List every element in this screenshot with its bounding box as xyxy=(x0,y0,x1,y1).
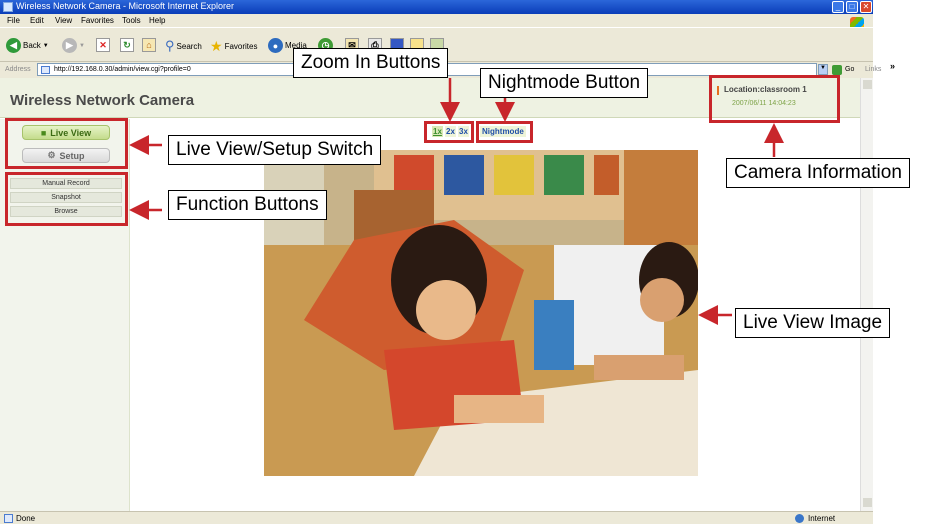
scroll-up-icon[interactable] xyxy=(863,80,872,89)
address-dropdown-icon[interactable]: ▼ xyxy=(818,64,828,75)
internet-zone-icon xyxy=(795,514,804,523)
go-arrow-icon[interactable] xyxy=(832,65,842,75)
favorites-label: Favorites xyxy=(224,42,258,51)
back-arrow-icon: ◀ xyxy=(6,38,21,53)
refresh-button[interactable]: ↻ xyxy=(120,38,134,52)
menu-edit[interactable]: Edit xyxy=(30,16,44,25)
search-label: Search xyxy=(176,41,202,51)
menu-favorites[interactable]: Favorites xyxy=(81,16,114,25)
home-button[interactable]: ⌂ xyxy=(142,38,156,52)
menu-help[interactable]: Help xyxy=(149,16,165,25)
status-text: Done xyxy=(16,514,36,523)
zoom-highlight-box xyxy=(424,121,474,143)
favorites-button[interactable]: ★ Favorites xyxy=(210,38,257,55)
search-icon: ⚲ xyxy=(165,38,175,53)
back-button[interactable]: ◀ Back ▼ xyxy=(6,38,49,53)
menu-view[interactable]: View xyxy=(55,16,72,25)
scroll-down-icon[interactable] xyxy=(863,498,872,507)
maximize-icon[interactable]: □ xyxy=(846,1,858,13)
functions-callout: Function Buttons xyxy=(168,190,327,220)
stop-button[interactable]: ✕ xyxy=(96,38,110,52)
address-url: http://192.168.0.30/admin/view.cgi?profi… xyxy=(54,66,191,73)
search-button[interactable]: ⚲ Search xyxy=(165,38,202,54)
switch-highlight-box xyxy=(5,118,128,169)
links-button[interactable]: Links xyxy=(865,66,881,73)
stop-icon: ✕ xyxy=(96,38,110,52)
nightmode-callout: Nightmode Button xyxy=(480,68,649,98)
screenshot: Wireless Network Camera - Microsoft Inte… xyxy=(0,0,949,524)
status-bar: Done Internet xyxy=(0,511,873,524)
page-title: Wireless Network Camera xyxy=(10,92,195,109)
dropdown-arrow-icon[interactable]: ▼ xyxy=(43,43,49,49)
live-photo xyxy=(264,150,698,476)
zone-text: Internet xyxy=(808,514,836,523)
switch-callout: Live View/Setup Switch xyxy=(168,135,382,165)
window-title: Wireless Network Camera - Microsoft Inte… xyxy=(16,1,235,11)
star-icon: ★ xyxy=(210,38,223,54)
go-button[interactable]: Go xyxy=(845,66,854,73)
back-label: Back xyxy=(23,41,41,50)
minimize-icon[interactable]: _ xyxy=(832,1,844,13)
ie-icon xyxy=(3,2,13,12)
close-icon[interactable]: ✕ xyxy=(860,1,872,13)
media-icon: ● xyxy=(268,38,283,53)
dropdown-arrow-icon[interactable]: ▼ xyxy=(79,43,85,49)
refresh-icon: ↻ xyxy=(120,38,134,52)
camera-info-callout: Camera Information xyxy=(726,158,910,188)
live-image-callout: Live View Image xyxy=(735,308,891,338)
page-icon xyxy=(41,66,50,74)
zoom-callout: Zoom In Buttons xyxy=(293,48,449,78)
nightmode-highlight-box xyxy=(476,121,533,143)
menu-file[interactable]: File xyxy=(7,16,20,25)
toolbar-overflow-icon[interactable]: » xyxy=(890,61,895,71)
camera-info-highlight-box xyxy=(709,75,840,123)
menu-tools[interactable]: Tools xyxy=(122,16,141,25)
address-label: Address xyxy=(5,66,31,73)
forward-button[interactable]: ▶ ▼ xyxy=(62,38,85,53)
page-done-icon xyxy=(4,514,13,523)
window-title-bar: Wireless Network Camera - Microsoft Inte… xyxy=(0,0,873,14)
home-icon: ⌂ xyxy=(142,38,156,52)
live-view-image xyxy=(264,150,698,476)
forward-arrow-icon: ▶ xyxy=(62,38,77,53)
menu-bar: File Edit View Favorites Tools Help xyxy=(0,14,873,27)
function-highlight-box xyxy=(5,172,128,226)
vertical-scrollbar[interactable] xyxy=(860,78,873,511)
